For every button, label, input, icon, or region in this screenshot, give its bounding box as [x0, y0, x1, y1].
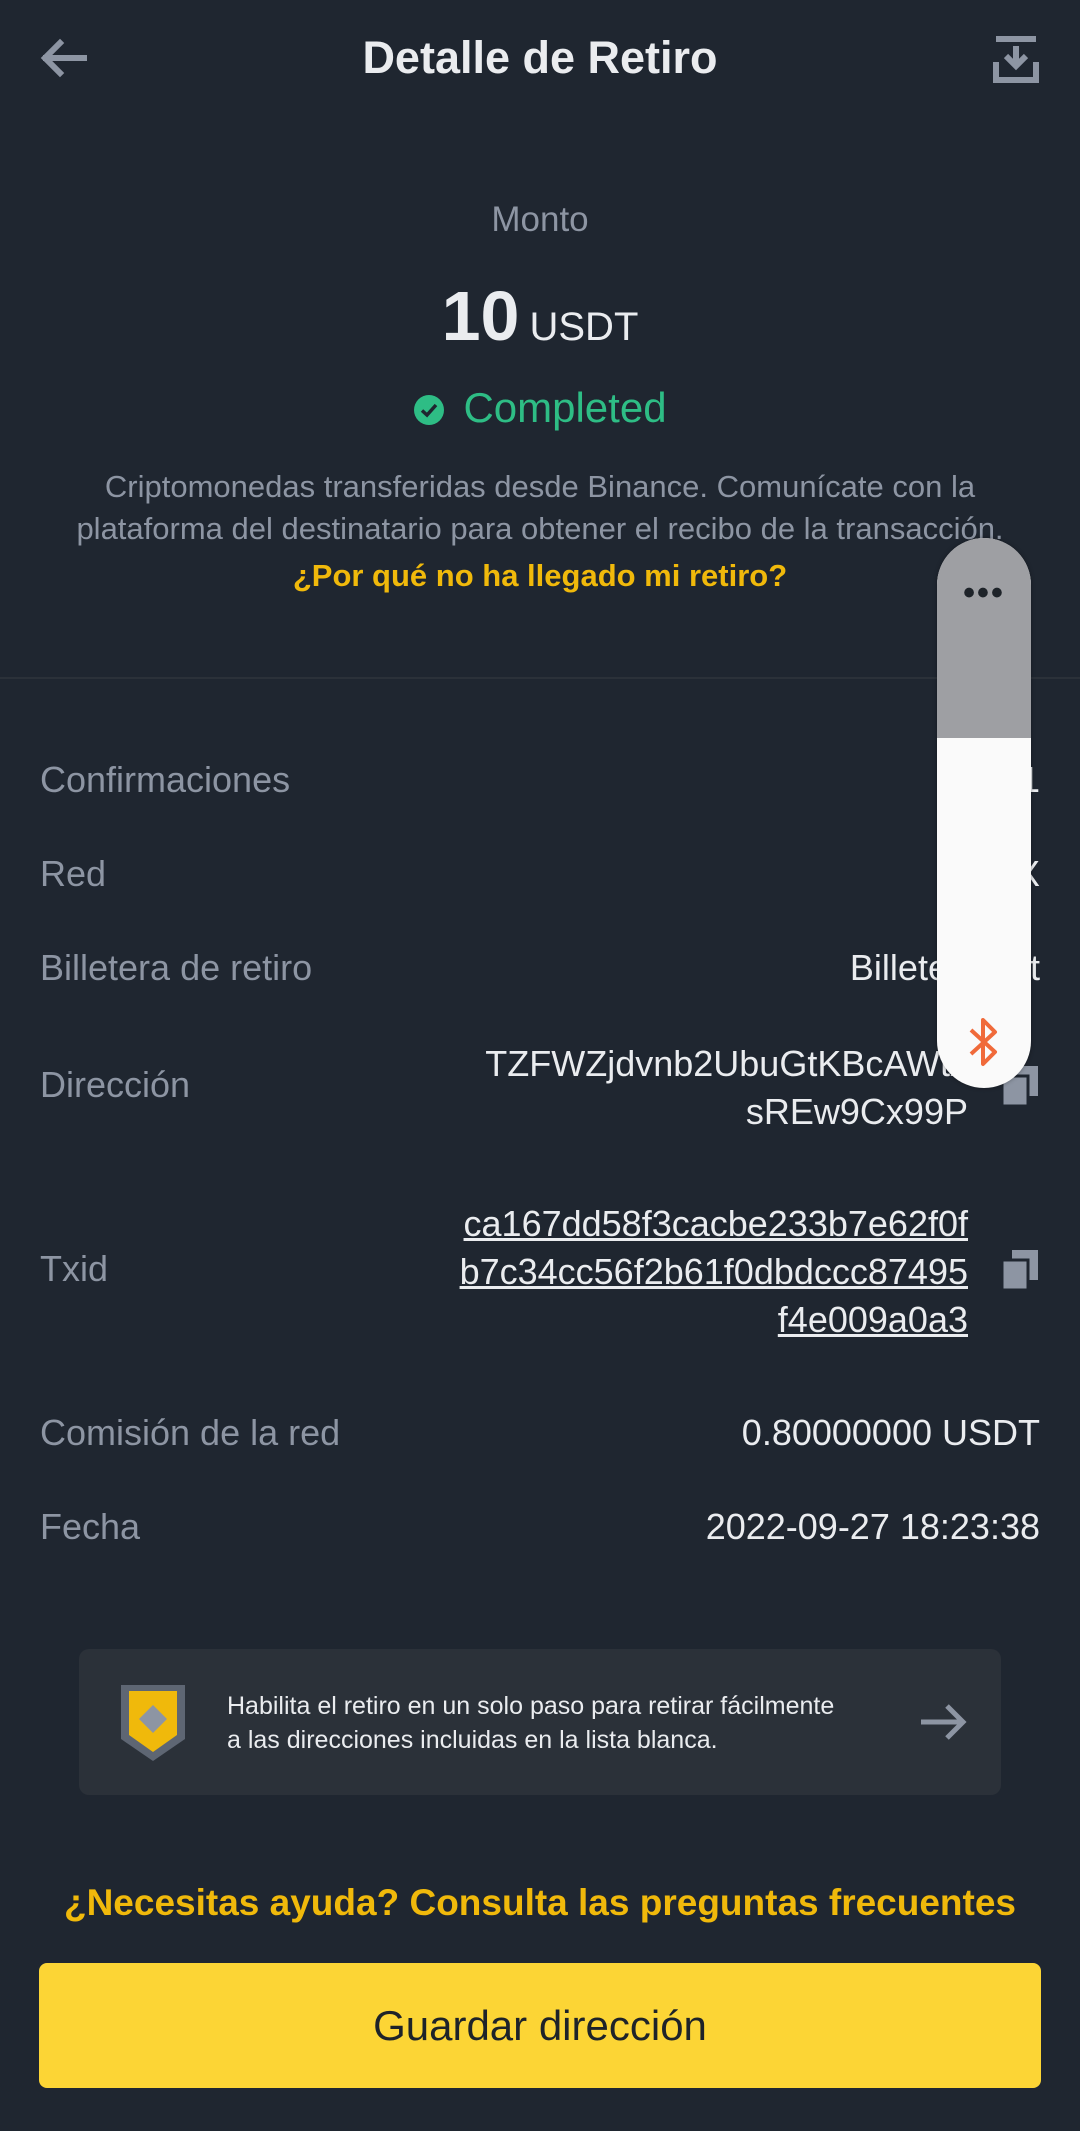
promo-line-1: Habilita el retiro en un solo paso para … [227, 1692, 835, 1720]
copy-txid-icon[interactable] [1000, 1248, 1040, 1292]
overlay-handle[interactable] [937, 538, 1031, 738]
address-value: TZFWZjdvnb2UbuGtKBcAWtx sREw9Cx99P [485, 1040, 968, 1136]
amount-currency: USDT [529, 305, 639, 349]
bluetooth-icon[interactable] [963, 1014, 1005, 1070]
download-icon[interactable] [986, 28, 1046, 88]
txid-line-1[interactable]: ca167dd58f3cacbe233b7e62f0f [460, 1200, 968, 1248]
txid-value[interactable]: ca167dd58f3cacbe233b7e62f0f b7c34cc56f2b… [460, 1200, 968, 1344]
shield-icon [121, 1685, 185, 1761]
date-label: Fecha [40, 1506, 141, 1547]
promo-text: Habilita el retiro en un solo paso para … [227, 1689, 907, 1757]
page-title: Detalle de Retiro [362, 32, 718, 83]
status-text: Completed [463, 384, 667, 431]
info-line-2: plataforma del destinatario para obtener… [76, 511, 1004, 546]
save-address-button[interactable]: Guardar dirección [39, 1963, 1041, 2088]
why-not-arrived-link[interactable]: ¿Por qué no ha llegado mi retiro? [0, 558, 1080, 594]
info-text: Criptomonedas transferidas desde Binance… [40, 466, 1040, 550]
info-line-1: Criptomonedas transferidas desde Binance… [104, 469, 976, 504]
arrow-right-icon[interactable] [917, 1695, 971, 1749]
amount-label: Monto [491, 200, 589, 239]
status-badge: Completed [0, 384, 1080, 432]
txid-label: Txid [40, 1248, 109, 1289]
wallet-label: Billetera de retiro [40, 947, 313, 988]
header: Detalle de Retiro [0, 0, 1080, 120]
amount: 10 USDT [0, 276, 1080, 356]
fee-label: Comisión de la red [40, 1412, 341, 1453]
txid-line-3[interactable]: f4e009a0a3 [460, 1296, 968, 1344]
more-icon[interactable]: ••• [937, 574, 1031, 613]
floating-overlay[interactable]: ••• [937, 538, 1031, 1088]
txid-line-2[interactable]: b7c34cc56f2b61f0dbdccc87495 [460, 1248, 968, 1296]
network-label: Red [40, 853, 107, 894]
help-faq-link[interactable]: ¿Necesitas ayuda? Consulta las preguntas… [0, 1882, 1080, 1924]
check-circle-icon [414, 395, 445, 425]
promo-line-2: a las direcciones incluidas en la lista … [227, 1726, 718, 1754]
address-line-1: TZFWZjdvnb2UbuGtKBcAWtx [485, 1043, 968, 1084]
address-label: Dirección [40, 1064, 191, 1105]
address-line-2: sREw9Cx99P [745, 1091, 968, 1132]
confirmations-label: Confirmaciones [40, 759, 291, 800]
divider [0, 677, 1080, 679]
whitelist-promo-card[interactable]: Habilita el retiro en un solo paso para … [79, 1649, 1001, 1795]
amount-value: 10 [441, 277, 520, 355]
date-value: 2022-09-27 18:23:38 [705, 1506, 1040, 1547]
fee-value: 0.80000000 USDT [741, 1412, 1040, 1453]
